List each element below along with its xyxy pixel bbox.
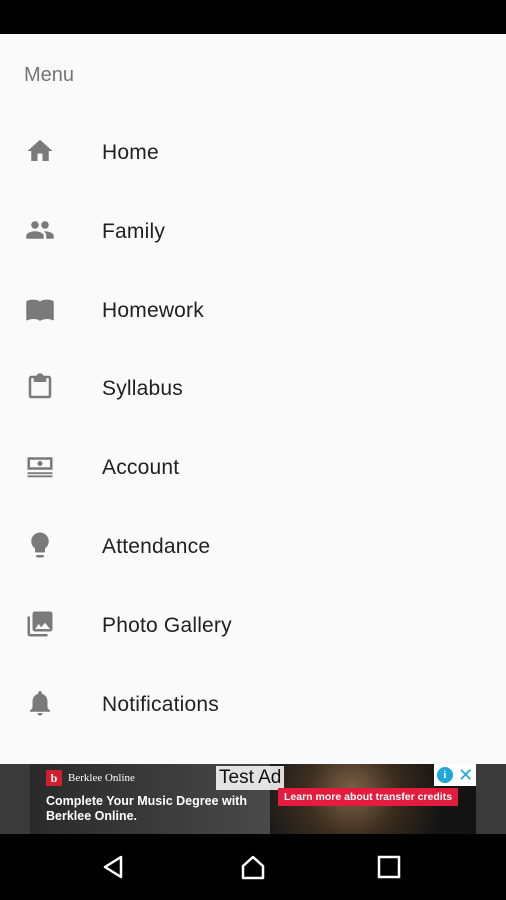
menu-item-label: Account <box>102 456 180 480</box>
bell-icon <box>24 687 56 719</box>
ad-info-icon[interactable]: i <box>436 767 453 783</box>
clipboard-icon <box>24 371 56 403</box>
navigation-drawer: Menu Home Family Homework Syllabus Accou… <box>0 34 506 764</box>
test-ad-label: Test Ad <box>216 766 285 790</box>
book-icon <box>24 293 56 325</box>
ad-brand-name: Berklee Online <box>68 772 135 784</box>
back-icon <box>103 855 123 879</box>
menu-item-home[interactable]: Home <box>0 115 506 194</box>
money-icon <box>24 450 56 482</box>
home-nav-button[interactable] <box>238 852 268 882</box>
menu-item-label: Notifications <box>102 692 219 716</box>
recents-icon <box>377 855 401 879</box>
ad-brand: b Berklee Online <box>46 770 135 786</box>
ad-creative[interactable]: b Berklee Online Complete Your Music Deg… <box>30 764 476 834</box>
menu-item-label: Syllabus <box>102 377 183 401</box>
menu-item-label: Homework <box>102 298 204 322</box>
menu-item-label: Family <box>102 219 166 243</box>
menu-header: Menu <box>24 64 75 86</box>
menu-item-label: Photo Gallery <box>102 613 232 637</box>
ad-headline: Complete Your Music Degree with Berklee … <box>46 794 247 823</box>
menu-item-label: Home <box>102 141 159 164</box>
recents-button[interactable] <box>374 852 404 882</box>
menu-list: Home Family Homework Syllabus Account At… <box>0 115 506 745</box>
menu-item-homework[interactable]: Homework <box>0 273 506 352</box>
berklee-logo-icon: b <box>46 770 62 786</box>
ad-cta-button[interactable]: Learn more about transfer credits <box>278 788 459 806</box>
ad-banner[interactable]: b Berklee Online Complete Your Music Deg… <box>0 764 506 834</box>
photo-gallery-icon <box>24 608 56 640</box>
menu-item-label: Attendance <box>102 534 211 558</box>
back-button[interactable] <box>98 852 128 882</box>
people-icon <box>24 214 56 246</box>
lightbulb-icon <box>24 529 56 561</box>
menu-item-account[interactable]: Account <box>0 430 506 509</box>
ad-controls: i ✕ <box>434 764 476 786</box>
menu-item-notifications[interactable]: Notifications <box>0 667 506 746</box>
home-nav-icon <box>241 855 265 880</box>
menu-item-family[interactable]: Family <box>0 194 506 273</box>
menu-item-photo-gallery[interactable]: Photo Gallery <box>0 588 506 667</box>
system-navigation-bar <box>0 834 506 900</box>
menu-item-syllabus[interactable]: Syllabus <box>0 351 506 430</box>
home-icon <box>24 135 56 167</box>
ad-close-icon[interactable]: ✕ <box>458 766 473 784</box>
status-bar <box>0 0 506 34</box>
menu-item-attendance[interactable]: Attendance <box>0 509 506 588</box>
